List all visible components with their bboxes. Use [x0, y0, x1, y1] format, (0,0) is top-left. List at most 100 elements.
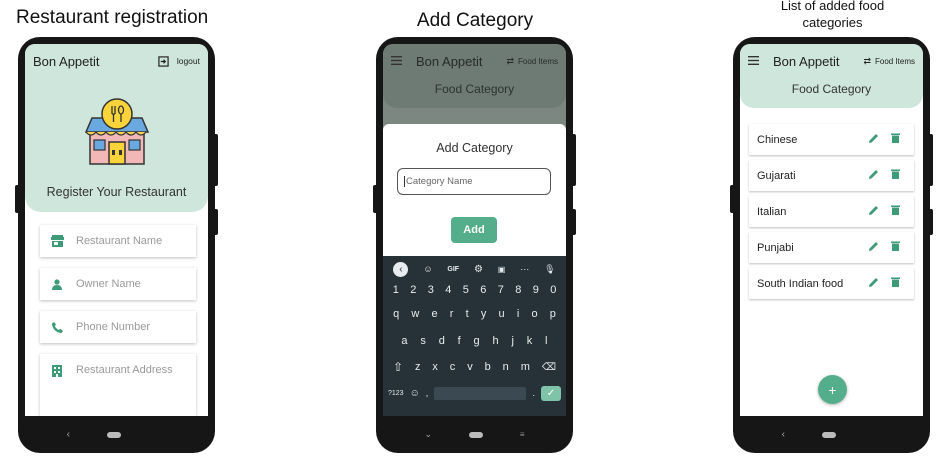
symbols-key[interactable]: ?123	[388, 390, 404, 397]
collapse-icon[interactable]: ⌄	[424, 429, 432, 440]
food-category-title: Food Category	[791, 82, 872, 96]
edit-icon[interactable]	[869, 277, 879, 290]
edit-icon[interactable]	[869, 241, 879, 254]
key[interactable]: z	[415, 360, 421, 374]
delete-icon[interactable]	[891, 241, 900, 254]
restaurant-address-placeholder: Restaurant Address	[76, 364, 173, 376]
food-items-button[interactable]: ⇄ Food Items	[863, 56, 915, 67]
number-row: 1 2 3 4 5 6 7 8 9 0	[383, 284, 566, 296]
letter-row-2: a s d f g h j k l	[383, 335, 566, 347]
key[interactable]: 9	[533, 284, 539, 296]
category-name-input[interactable]: Category Name	[397, 168, 551, 195]
recents-icon[interactable]	[158, 431, 166, 439]
key[interactable]: 3	[428, 284, 434, 296]
home-icon[interactable]	[822, 431, 837, 438]
mic-icon[interactable]: 🎙	[544, 264, 555, 275]
key[interactable]: x	[432, 360, 438, 374]
shift-key[interactable]: ⇧	[393, 360, 403, 374]
key[interactable]: l	[545, 335, 547, 347]
owner-name-field[interactable]: Owner Name	[40, 268, 196, 300]
menu-icon[interactable]	[748, 52, 759, 70]
menu-icon[interactable]	[391, 52, 402, 70]
emoji-key[interactable]: ☺	[410, 388, 420, 399]
key[interactable]: t	[466, 308, 469, 320]
edit-icon[interactable]	[869, 169, 879, 182]
key[interactable]: p	[550, 308, 556, 320]
key[interactable]: k	[527, 335, 533, 347]
delete-icon[interactable]	[891, 277, 900, 290]
gif-button[interactable]: GIF	[447, 266, 459, 273]
key[interactable]: r	[450, 308, 454, 320]
key[interactable]: w	[411, 308, 419, 320]
key[interactable]: f	[458, 335, 461, 347]
registration-screen: Bon Appetit logout Register Your Restaur…	[25, 44, 208, 416]
list-item[interactable]: Punjabi	[749, 232, 914, 263]
key[interactable]: b	[485, 360, 491, 374]
phone-number-field[interactable]: Phone Number	[40, 311, 196, 343]
delete-icon[interactable]	[891, 133, 900, 146]
home-icon[interactable]	[468, 431, 483, 438]
logout-button[interactable]: logout	[158, 55, 200, 67]
key[interactable]: d	[439, 335, 445, 347]
key[interactable]: u	[499, 308, 505, 320]
category-name: Italian	[757, 205, 787, 218]
key[interactable]: q	[393, 308, 399, 320]
list-item[interactable]: Chinese	[749, 124, 914, 155]
edit-icon[interactable]	[869, 205, 879, 218]
key[interactable]: 1	[393, 284, 399, 296]
restaurant-name-field[interactable]: Restaurant Name	[40, 225, 196, 257]
key[interactable]: g	[474, 335, 480, 347]
key[interactable]: e	[432, 308, 438, 320]
food-items-label: Food Items	[517, 56, 558, 66]
backspace-key[interactable]: ⌫	[542, 360, 556, 374]
keyboard-switch-icon[interactable]: ≡	[520, 430, 525, 439]
list-item[interactable]: Gujarati	[749, 160, 914, 191]
key[interactable]: 5	[463, 284, 469, 296]
period-key[interactable]: .	[532, 388, 535, 398]
more-icon[interactable]: ···	[520, 264, 529, 274]
key[interactable]: v	[467, 360, 473, 374]
back-icon[interactable]: ‹	[782, 429, 785, 440]
key[interactable]: 2	[410, 284, 416, 296]
app-title: Bon Appetit	[416, 53, 483, 69]
collapse-keyboard-icon[interactable]: ‹	[393, 261, 409, 277]
food-items-button[interactable]: ⇄ Food Items	[506, 56, 558, 67]
back-icon[interactable]: ‹	[67, 429, 70, 440]
list-item[interactable]: South Indian food	[749, 268, 914, 299]
phone-registration: Bon Appetit logout Register Your Restaur…	[15, 37, 218, 453]
recents-icon[interactable]	[873, 431, 881, 439]
phone-add-category: Bon Appetit ⇄ Food Items Food Category A…	[373, 37, 576, 453]
key[interactable]: m	[521, 360, 530, 374]
enter-key[interactable]: ✓	[541, 385, 561, 401]
key[interactable]: 7	[498, 284, 504, 296]
key[interactable]: i	[517, 308, 519, 320]
comma-key[interactable]: ,	[426, 388, 429, 398]
home-icon[interactable]	[107, 431, 122, 438]
add-category-fab[interactable]: +	[818, 375, 847, 404]
dialog-title: Add Category	[436, 141, 513, 155]
delete-icon[interactable]	[891, 169, 900, 182]
list-item[interactable]: Italian	[749, 196, 914, 227]
add-category-dialog: Add Category Category Name Add	[383, 124, 566, 264]
add-button[interactable]: Add	[451, 217, 497, 243]
settings-gear-icon[interactable]: ⚙	[474, 264, 483, 275]
dimmed-header: Bon Appetit ⇄ Food Items Food Category	[383, 44, 566, 108]
key[interactable]: n	[503, 360, 509, 374]
translate-icon[interactable]: ▣	[498, 265, 506, 274]
restaurant-address-field[interactable]: Restaurant Address	[40, 354, 196, 416]
edit-icon[interactable]	[869, 133, 879, 146]
space-bar[interactable]	[434, 386, 527, 400]
key[interactable]: a	[401, 335, 407, 347]
key[interactable]: 6	[480, 284, 486, 296]
key[interactable]: 4	[445, 284, 451, 296]
key[interactable]: j	[511, 335, 513, 347]
key[interactable]: h	[492, 335, 498, 347]
key[interactable]: o	[531, 308, 537, 320]
key[interactable]: c	[450, 360, 456, 374]
sticker-icon[interactable]: ☺	[423, 264, 432, 274]
key[interactable]: 0	[550, 284, 556, 296]
key[interactable]: s	[420, 335, 426, 347]
key[interactable]: y	[481, 308, 487, 320]
key[interactable]: 8	[515, 284, 521, 296]
delete-icon[interactable]	[891, 205, 900, 218]
